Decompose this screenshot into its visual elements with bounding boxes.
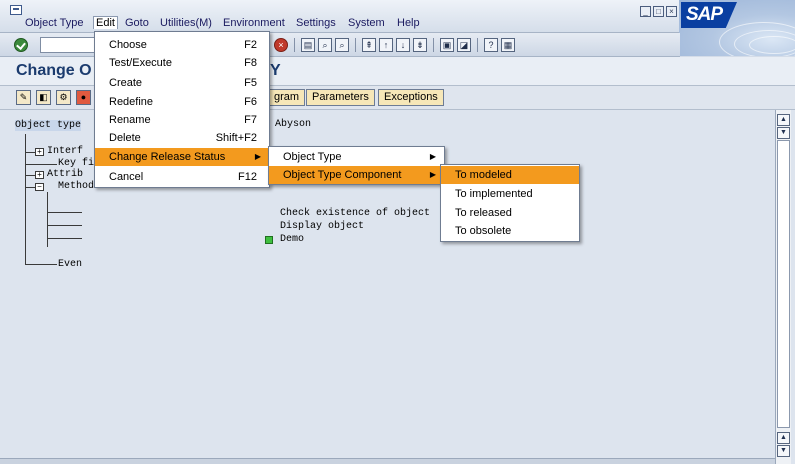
program-button[interactable]: gram xyxy=(268,89,306,106)
close-icon[interactable]: × xyxy=(666,6,677,17)
display-icon[interactable]: ◧ xyxy=(36,90,51,105)
toolbar-separator xyxy=(294,38,295,52)
sap-logo: SAP xyxy=(679,0,795,56)
menu-item-cancel[interactable]: Cancel F12 xyxy=(95,168,269,186)
menu-edit[interactable]: Edit xyxy=(93,16,118,29)
menu-item-choose[interactable]: Choose F2 xyxy=(95,36,269,54)
scroll-track[interactable] xyxy=(777,140,790,428)
status-green-icon xyxy=(265,236,273,244)
last-page-icon[interactable]: ⇟ xyxy=(413,38,427,52)
find-icon[interactable]: ⌕ xyxy=(318,38,332,52)
scroll-top-icon[interactable]: ▲ xyxy=(777,114,790,126)
menu-utilities[interactable]: Utilities(M) xyxy=(160,17,212,29)
menu-goto[interactable]: Goto xyxy=(125,17,149,29)
toolbar-icons: × ▤ ⌕ ⌕ ⇞ ↑ ↓ ⇟ ▣ ◪ ? ▦ xyxy=(274,38,515,52)
submenu-item-to-implemented[interactable]: To implemented xyxy=(441,185,579,203)
menu-environment[interactable]: Environment xyxy=(223,17,285,29)
menu-item-change-release-status[interactable]: Change Release Status ▶ xyxy=(95,148,269,166)
menu-item-create[interactable]: Create F5 xyxy=(95,74,269,92)
edit-menu: Choose F2 Test/Execute F8 Create F5 Redefin… xyxy=(94,31,270,188)
scroll-up-icon[interactable]: ▼ xyxy=(777,127,790,139)
parameters-button[interactable]: Parameters xyxy=(306,89,375,106)
print-icon[interactable]: ▤ xyxy=(301,38,315,52)
find-next-icon[interactable]: ⌕ xyxy=(335,38,349,52)
edit-pencil-icon[interactable]: ✎ xyxy=(16,90,31,105)
toolbar-separator xyxy=(355,38,356,52)
tree-node-key-fields[interactable]: Key fi xyxy=(58,158,94,169)
submenu-item-object-type[interactable]: Object Type ▶ xyxy=(269,148,444,166)
toolbar-separator xyxy=(433,38,434,52)
menu-system[interactable]: System xyxy=(348,17,385,29)
previous-page-icon[interactable]: ↑ xyxy=(379,38,393,52)
generate-icon[interactable]: ⚙ xyxy=(56,90,71,105)
expand-attributes-icon[interactable]: + xyxy=(35,171,44,179)
expand-interfaces-icon[interactable]: + xyxy=(35,148,44,156)
new-session-icon[interactable]: ▣ xyxy=(440,38,454,52)
minimize-icon[interactable]: _ xyxy=(640,6,651,17)
menu-help[interactable]: Help xyxy=(397,17,420,29)
command-field[interactable] xyxy=(40,37,100,53)
menu-item-delete[interactable]: Delete Shift+F2 xyxy=(95,129,269,147)
toolbar-separator xyxy=(477,38,478,52)
horizontal-scrollbar[interactable] xyxy=(0,458,775,464)
shortcut-icon[interactable]: ◪ xyxy=(457,38,471,52)
help-icon[interactable]: ? xyxy=(484,38,498,52)
cancel-icon[interactable]: × xyxy=(274,38,288,52)
menu-settings[interactable]: Settings xyxy=(296,17,336,29)
tree-node-interfaces[interactable]: Interf xyxy=(47,146,83,157)
tree-node-attributes[interactable]: Attrib xyxy=(47,169,83,180)
enter-icon[interactable] xyxy=(14,38,28,52)
submenu-item-to-modeled[interactable]: To modeled xyxy=(441,166,579,184)
method-check-existence[interactable]: Check existence of object xyxy=(280,208,430,219)
next-page-icon[interactable]: ↓ xyxy=(396,38,410,52)
tree-root-object-type[interactable]: Object type xyxy=(15,120,82,131)
maximize-icon[interactable]: □ xyxy=(653,6,664,17)
submenu-item-to-obsolete[interactable]: To obsolete xyxy=(441,222,579,240)
window-controls: _ □ × xyxy=(640,6,677,17)
tree-node-events[interactable]: Even xyxy=(58,259,82,270)
component-status-submenu: To modeled To implemented To released To… xyxy=(440,164,580,242)
vertical-scrollbar[interactable]: ▲ ▼ ▲ ▼ xyxy=(775,110,791,464)
scroll-bottom-icon[interactable]: ▼ xyxy=(777,445,790,457)
submenu-arrow-icon: ▶ xyxy=(254,152,261,161)
method-display-object[interactable]: Display object xyxy=(280,221,364,232)
layout-menu-icon[interactable]: ▦ xyxy=(501,38,515,52)
menu-object-type[interactable]: Object Type xyxy=(25,17,84,29)
first-page-icon[interactable]: ⇞ xyxy=(362,38,376,52)
page-title: Change O xyxy=(16,62,92,79)
submenu-arrow-icon: ▶ xyxy=(429,170,436,179)
submenu-arrow-icon: ▶ xyxy=(429,152,436,161)
submenu-item-to-released[interactable]: To released xyxy=(441,204,579,222)
menu-item-redefine[interactable]: Redefine F6 xyxy=(95,93,269,111)
sap-logo-text: SAP xyxy=(681,2,737,28)
object-owner: Abyson xyxy=(275,119,312,130)
release-status-submenu: Object Type ▶ Object Type Component ▶ xyxy=(268,146,445,185)
stop-icon[interactable]: ● xyxy=(76,90,91,105)
method-demo[interactable]: Demo xyxy=(280,234,304,245)
menu-item-rename[interactable]: Rename F7 xyxy=(95,111,269,129)
submenu-item-object-type-component[interactable]: Object Type Component ▶ xyxy=(269,166,444,184)
collapse-methods-icon[interactable]: − xyxy=(35,183,44,191)
exceptions-button[interactable]: Exceptions xyxy=(378,89,444,106)
system-menu-icon[interactable] xyxy=(10,5,22,15)
menu-bar: Object Type Edit Goto Utilities(M) Envir… xyxy=(0,0,795,33)
menu-item-test-execute[interactable]: Test/Execute F8 xyxy=(95,54,269,72)
scroll-down-icon[interactable]: ▲ xyxy=(777,432,790,444)
page-title-tail: Y xyxy=(270,62,281,79)
